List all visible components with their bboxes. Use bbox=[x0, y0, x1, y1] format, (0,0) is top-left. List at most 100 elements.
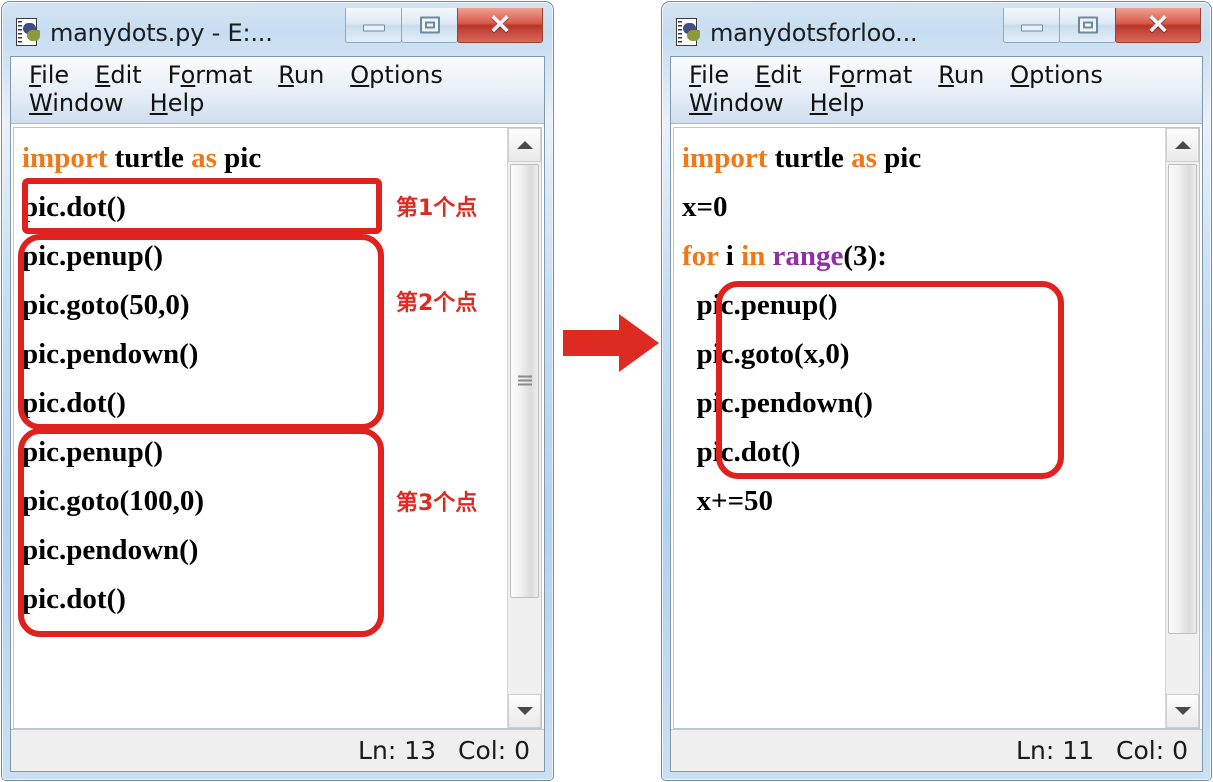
code-token: pic.dot() bbox=[22, 191, 126, 223]
python-file-icon bbox=[674, 17, 704, 49]
title-bar[interactable]: manydotsforloo... ✕ bbox=[670, 8, 1203, 56]
scrollbar-track[interactable] bbox=[1166, 162, 1199, 694]
scrollbar-thumb[interactable] bbox=[1168, 164, 1197, 634]
idle-window-manydotsforloop[interactable]: manydotsforloo... ✕ File Edit Format Run… bbox=[662, 2, 1211, 780]
menu-options[interactable]: Options bbox=[1010, 61, 1103, 89]
code-line: pic.dot() bbox=[22, 379, 507, 428]
annotation-label-point-2: 第2个点 bbox=[396, 291, 478, 316]
code-token: pic.goto(50,0) bbox=[22, 289, 190, 321]
code-token: pic.dot() bbox=[22, 583, 126, 615]
menu-options[interactable]: Options bbox=[350, 61, 443, 89]
code-token: x+=50 bbox=[682, 485, 774, 517]
annotation-label-point-3: 第3个点 bbox=[396, 491, 478, 516]
editor-area[interactable]: import turtle as pic x=0 for i in range(3)… bbox=[673, 127, 1200, 729]
code-text[interactable]: import turtle as pic x=0 for i in range(3)… bbox=[674, 128, 1165, 728]
code-line: pic.penup() bbox=[682, 281, 1165, 330]
flow-arrow-right bbox=[563, 314, 659, 372]
status-bar: Ln: 11 Col: 0 bbox=[671, 729, 1202, 771]
caption-buttons: ✕ bbox=[1003, 8, 1201, 43]
menu-window[interactable]: Window bbox=[29, 89, 124, 117]
code-line: pic.pendown() bbox=[682, 379, 1165, 428]
maximize-button[interactable] bbox=[1059, 8, 1116, 43]
caption-buttons: ✕ bbox=[345, 8, 543, 43]
status-column-number: Col: 0 bbox=[458, 736, 530, 765]
scroll-up-button[interactable] bbox=[1166, 128, 1199, 162]
minimize-button[interactable] bbox=[345, 8, 402, 43]
close-button[interactable]: ✕ bbox=[1115, 8, 1201, 43]
scrollbar-thumb[interactable] bbox=[510, 164, 539, 598]
code-token: pic.pendown() bbox=[22, 338, 199, 370]
code-line: import turtle as pic bbox=[22, 134, 507, 183]
code-token: pic.penup() bbox=[22, 436, 164, 468]
code-keyword: as bbox=[191, 142, 217, 174]
minimize-button[interactable] bbox=[1003, 8, 1060, 43]
code-keyword: as bbox=[851, 142, 877, 174]
code-token: turtle bbox=[107, 142, 192, 174]
window-client-area: File Edit Format Run Options Window Help… bbox=[10, 56, 545, 772]
maximize-button[interactable] bbox=[401, 8, 458, 43]
vertical-scrollbar[interactable] bbox=[507, 128, 541, 728]
code-token: pic.dot() bbox=[22, 387, 126, 419]
close-icon: ✕ bbox=[1146, 9, 1170, 40]
menu-format[interactable]: Format bbox=[828, 61, 913, 89]
menu-format[interactable]: Format bbox=[168, 61, 253, 89]
menu-row-1: File Edit Format Run Options bbox=[671, 61, 1202, 89]
code-token: x=0 bbox=[682, 191, 728, 223]
code-line: pic.dot() bbox=[682, 428, 1165, 477]
annotation-label-point-1: 第1个点 bbox=[396, 196, 478, 221]
code-line: pic.pendown() bbox=[22, 330, 507, 379]
close-icon: ✕ bbox=[488, 9, 512, 40]
close-button[interactable]: ✕ bbox=[457, 8, 543, 43]
code-line: for i in range(3): bbox=[682, 232, 1165, 281]
maximize-icon bbox=[1077, 16, 1098, 34]
scroll-down-button[interactable] bbox=[508, 694, 541, 728]
code-line: pic.pendown() bbox=[22, 526, 507, 575]
menu-file[interactable]: File bbox=[29, 61, 69, 89]
code-line: pic.penup() bbox=[22, 428, 507, 477]
menu-row-2: Window Help bbox=[11, 89, 544, 117]
window-title: manydots.py - E:... bbox=[50, 19, 273, 47]
status-column-number: Col: 0 bbox=[1116, 736, 1188, 765]
code-token: pic bbox=[876, 142, 922, 174]
menu-run[interactable]: Run bbox=[278, 61, 324, 89]
menu-bar[interactable]: File Edit Format Run Options Window Help bbox=[671, 57, 1202, 124]
idle-window-manydots[interactable]: manydots.py - E:... ✕ File Edit Format R… bbox=[2, 2, 553, 780]
menu-row-1: File Edit Format Run Options bbox=[11, 61, 544, 89]
menu-bar[interactable]: File Edit Format Run Options Window Help bbox=[11, 57, 544, 124]
title-bar[interactable]: manydots.py - E:... ✕ bbox=[10, 8, 545, 56]
code-token: pic.dot() bbox=[682, 436, 801, 468]
scroll-up-button[interactable] bbox=[508, 128, 541, 162]
maximize-icon bbox=[419, 16, 440, 34]
code-keyword: in bbox=[741, 240, 766, 272]
code-keyword: import bbox=[682, 142, 768, 174]
code-keyword: import bbox=[22, 142, 108, 174]
screenshot-stage: manydots.py - E:... ✕ File Edit Format R… bbox=[0, 0, 1213, 782]
status-line-number: Ln: 11 bbox=[1016, 736, 1095, 765]
code-line: pic.penup() bbox=[22, 232, 507, 281]
code-line: pic.goto(x,0) bbox=[682, 330, 1165, 379]
chevron-up-icon bbox=[516, 141, 533, 149]
code-token: (3): bbox=[843, 240, 887, 272]
menu-edit[interactable]: Edit bbox=[755, 61, 801, 89]
code-token: pic.pendown() bbox=[682, 387, 873, 419]
menu-window[interactable]: Window bbox=[689, 89, 784, 117]
menu-run[interactable]: Run bbox=[938, 61, 984, 89]
code-line: x+=50 bbox=[682, 477, 1165, 526]
minimize-icon bbox=[362, 24, 385, 32]
scrollbar-track[interactable] bbox=[508, 162, 541, 694]
code-line: x=0 bbox=[682, 183, 1165, 232]
menu-help[interactable]: Help bbox=[810, 89, 865, 117]
editor-area[interactable]: import turtle as pic pic.dot() pic.penup()… bbox=[13, 127, 542, 729]
vertical-scrollbar[interactable] bbox=[1165, 128, 1199, 728]
status-line-number: Ln: 13 bbox=[358, 736, 437, 765]
menu-edit[interactable]: Edit bbox=[95, 61, 141, 89]
python-file-icon bbox=[14, 17, 44, 49]
code-token: turtle bbox=[767, 142, 852, 174]
minimize-icon bbox=[1020, 24, 1043, 32]
menu-help[interactable]: Help bbox=[150, 89, 205, 117]
scroll-down-button[interactable] bbox=[1166, 694, 1199, 728]
menu-file[interactable]: File bbox=[689, 61, 729, 89]
code-keyword: for bbox=[682, 240, 719, 272]
code-token: pic.pendown() bbox=[22, 534, 199, 566]
